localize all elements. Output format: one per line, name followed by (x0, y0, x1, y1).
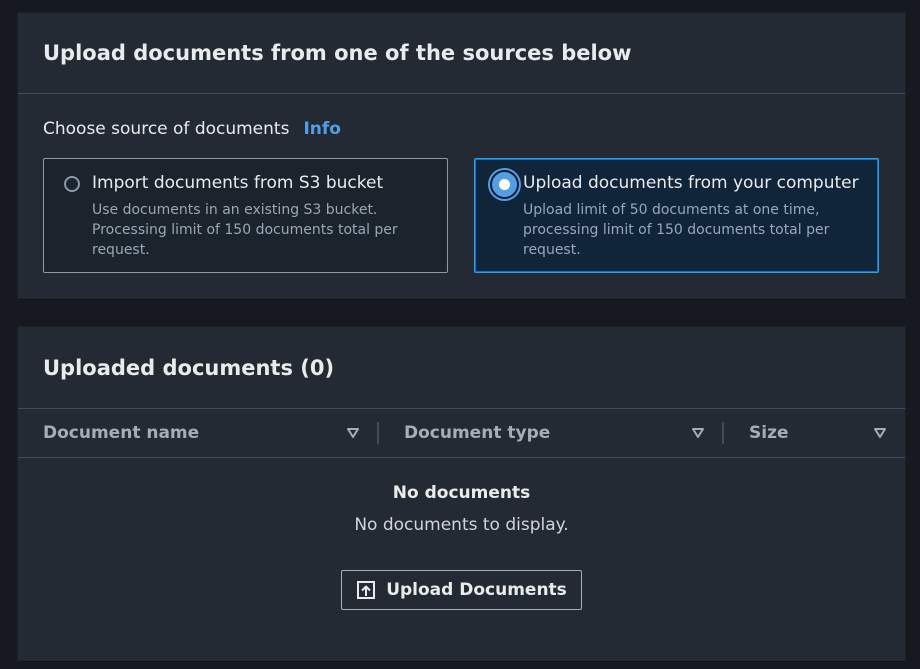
empty-state-text: No documents to display. (354, 515, 569, 535)
upload-icon (357, 581, 376, 599)
empty-state-title: No documents (392, 483, 531, 503)
sort-down-icon[interactable] (691, 426, 705, 440)
choose-source-label: Choose source of documents (43, 119, 290, 139)
upload-button-label: Upload Documents (386, 580, 567, 600)
option-computer-title: Upload documents from your computer (523, 173, 859, 193)
docs-panel-header: Uploaded documents (0) (18, 327, 905, 409)
column-divider (722, 422, 724, 444)
table-header: Document name Document type Size (18, 409, 905, 458)
source-panel: Upload documents from one of the sources… (18, 13, 905, 299)
option-s3-description: Use documents in an existing S3 bucket. … (92, 202, 398, 258)
source-panel-title: Upload documents from one of the sources… (43, 41, 632, 65)
column-header-document-type[interactable]: Document type (404, 409, 550, 457)
radio-upload-computer[interactable] (492, 172, 517, 197)
option-computer-description: Upload limit of 50 documents at one time… (523, 202, 830, 258)
uploaded-documents-panel: Uploaded documents (0) Document name Doc… (18, 327, 905, 661)
column-header-size[interactable]: Size (749, 409, 789, 457)
option-s3-title: Import documents from S3 bucket (92, 173, 384, 193)
radio-s3-bucket[interactable] (64, 176, 80, 192)
source-panel-header: Upload documents from one of the sources… (18, 13, 905, 94)
option-upload-computer[interactable]: Upload documents from your computer Uplo… (474, 158, 879, 273)
sort-down-icon[interactable] (346, 426, 360, 440)
sort-down-icon[interactable] (873, 426, 887, 440)
source-field-label: Choose source of documents Info (43, 119, 341, 139)
column-header-document-name[interactable]: Document name (43, 409, 199, 457)
docs-panel-title: Uploaded documents (0) (43, 355, 335, 380)
option-s3-bucket[interactable]: Import documents from S3 bucket Use docu… (43, 158, 448, 273)
column-divider (377, 422, 379, 444)
info-link[interactable]: Info (303, 119, 341, 139)
upload-documents-button[interactable]: Upload Documents (341, 570, 582, 610)
